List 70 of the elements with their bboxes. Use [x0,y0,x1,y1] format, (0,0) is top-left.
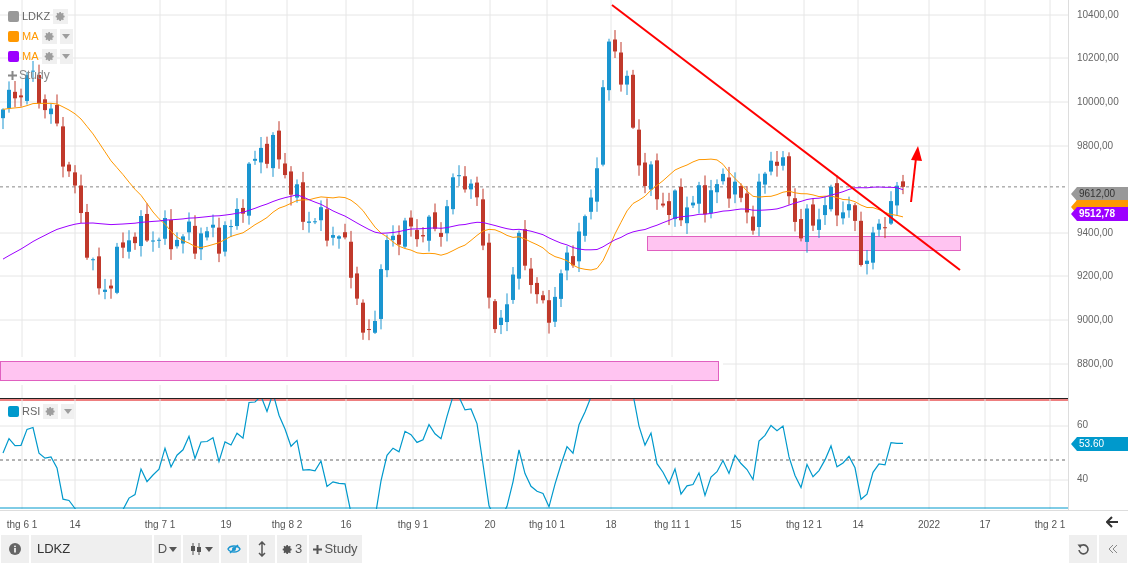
settings-icon [43,31,55,42]
caret-icon [62,34,70,39]
rsi-axis-label: 40 [1077,474,1089,484]
time-axis-label: thg 9 1 [397,518,429,532]
price-axis-label: 9400,00 [1077,228,1114,238]
price-axis-label: 9200,00 [1077,271,1114,281]
visibility-button[interactable] [221,535,247,563]
legend-label: MA [22,29,39,45]
dropdown-button[interactable] [61,403,75,419]
time-axis-label: thg 12 1 [785,518,823,532]
caret-icon [204,546,213,552]
rsi-axis-label: 60 [1077,420,1089,430]
info-button[interactable] [1,535,29,563]
scale-button[interactable] [249,535,275,563]
price-tag: 9512,78 [1071,207,1128,221]
dropdown-button[interactable] [59,29,73,44]
caret-icon [62,54,70,59]
arrow-drawing [910,146,922,203]
time-axis-label: 18 [605,518,617,532]
indicators-button[interactable]: 3 [277,535,307,563]
info-icon [9,543,21,555]
settings-button[interactable] [41,49,57,64]
candlestick-icon [189,543,202,555]
settings-icon [281,543,293,555]
price-tag: 9612,00 [1071,187,1128,201]
price-axis-label: 9800,00 [1077,141,1114,151]
settings-icon [43,51,55,62]
symbol-field[interactable]: LDKZ [31,535,152,563]
rsi-value-tag: 53.60 [1071,437,1128,451]
legend-label: RSI [22,404,41,419]
add-study-button[interactable]: Study [309,535,362,563]
price-axis-label: 10200,00 [1077,53,1119,63]
price-axis-label: 8800,00 [1077,359,1114,369]
price-axis-label: 10400,00 [1077,10,1119,20]
settings-button[interactable] [41,29,57,44]
plus-icon [313,544,323,554]
undo-icon [1077,543,1089,555]
time-axis-label: 19 [220,518,232,532]
settings-button[interactable] [53,9,69,24]
caret-icon [63,408,72,414]
legend-label: MA [22,49,39,65]
settings-icon [55,11,67,22]
vertical-arrows-icon [258,541,266,557]
time-axis-label: thg 2 1 [1034,518,1066,532]
scroll-left-icon[interactable] [1106,516,1118,528]
time-axis-label: 17 [979,518,991,532]
eye-icon [227,544,241,554]
time-axis-label: 2022 [917,518,941,532]
price-axis-label: 9000,00 [1077,315,1114,325]
time-axis-label: 15 [730,518,742,532]
time-axis-label: 14 [852,518,864,532]
price-axis-label: 10000,00 [1077,97,1119,107]
settings-button[interactable] [43,403,59,419]
plus-icon [8,70,17,80]
time-axis-label: 20 [484,518,496,532]
legend-label: LDKZ [22,9,51,25]
time-axis-label: thg 6 1 [6,518,38,532]
time-axis-label: thg 10 1 [528,518,566,532]
time-axis-label: thg 7 1 [144,518,176,532]
interval-dropdown[interactable]: D [154,535,181,563]
dropdown-button[interactable] [59,49,73,64]
settings-icon [45,405,57,417]
time-axis-label: thg 8 2 [271,518,303,532]
time-axis-label: 16 [340,518,352,532]
time-axis-label: 14 [69,518,81,532]
reset-button[interactable] [1069,535,1097,563]
caret-icon [169,546,178,552]
chart-type-dropdown[interactable] [183,535,219,563]
time-axis-label: thg 11 1 [654,518,690,532]
double-chevron-icon [1108,544,1118,554]
